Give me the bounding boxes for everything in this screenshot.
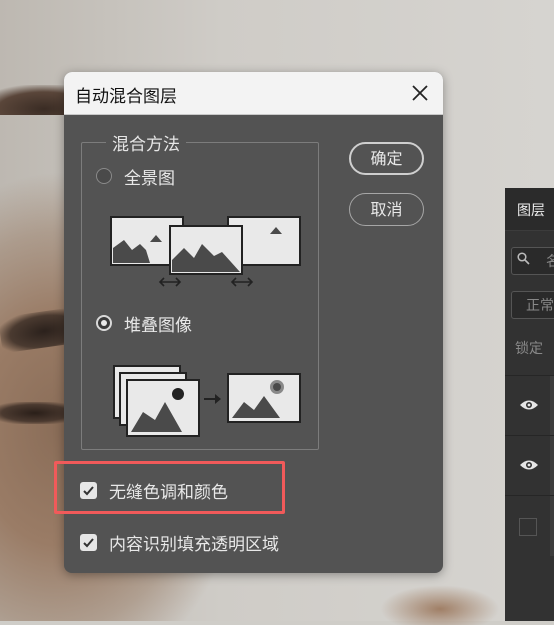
stack-images-label[interactable]: 堆叠图像 <box>124 311 192 336</box>
tab-layers[interactable]: 图层 <box>517 200 545 220</box>
ok-button[interactable]: 确定 <box>349 142 424 175</box>
content-aware-fill-label[interactable]: 内容识别填充透明区域 <box>109 530 279 555</box>
dialog-title: 自动混合图层 <box>75 87 177 107</box>
layer-row[interactable] <box>505 435 554 496</box>
layer-search-placeholder: 名 <box>546 254 554 270</box>
layer-thumbnail-edge <box>550 376 554 436</box>
panorama-illustration-icon <box>110 216 301 287</box>
panorama-label[interactable]: 全景图 <box>124 164 175 189</box>
blend-mode-select[interactable]: 正常 <box>511 291 554 319</box>
dialog-titlebar: 自动混合图层 <box>64 72 443 115</box>
layer-row[interactable] <box>505 495 554 556</box>
layers-panel: 图层 名 正常 锁定 <box>505 188 554 621</box>
visibility-eye-icon[interactable] <box>519 458 539 476</box>
visibility-toggle-empty[interactable] <box>519 518 537 536</box>
photo-mouth <box>380 585 500 625</box>
search-icon <box>517 252 530 269</box>
annotation-highlight-box <box>54 461 285 514</box>
layer-row[interactable] <box>505 375 554 436</box>
stack-images-radio[interactable] <box>96 315 112 331</box>
layer-search-input[interactable]: 名 <box>511 247 554 275</box>
layer-thumbnail-edge <box>550 436 554 496</box>
panorama-radio[interactable] <box>96 168 112 184</box>
blend-mode-value: 正常 <box>526 298 554 314</box>
close-icon[interactable] <box>405 78 435 108</box>
layers-panel-tabbar: 图层 <box>505 188 554 231</box>
stack-images-illustration-icon <box>113 365 301 437</box>
lock-label: 锁定 <box>515 341 543 357</box>
layer-thumbnail-edge <box>550 496 554 556</box>
cancel-button[interactable]: 取消 <box>349 193 424 226</box>
content-aware-fill-checkbox[interactable] <box>80 534 97 551</box>
blend-method-legend: 混合方法 <box>106 130 186 155</box>
visibility-eye-icon[interactable] <box>519 398 539 416</box>
